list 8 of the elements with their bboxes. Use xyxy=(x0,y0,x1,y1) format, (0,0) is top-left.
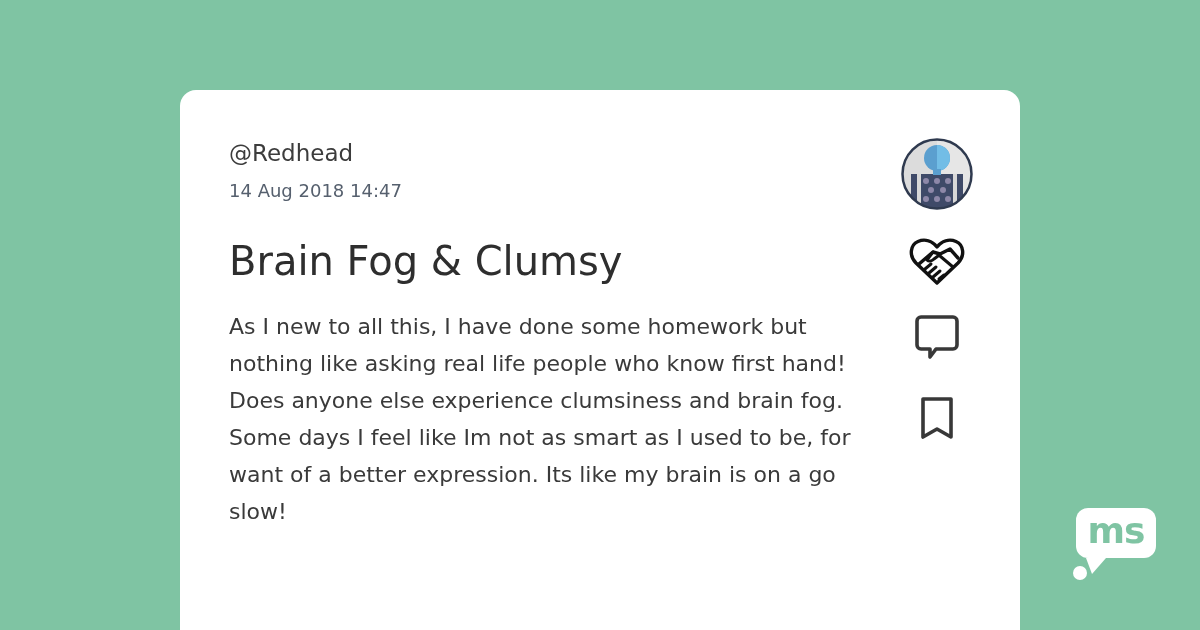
post-title: Brain Fog & Clumsy xyxy=(229,237,623,286)
comment-icon[interactable] xyxy=(914,314,960,360)
author-handle[interactable]: @Redhead xyxy=(229,138,354,168)
handshake-heart-icon[interactable] xyxy=(909,238,965,286)
post-body: As I new to all this, I have done some homework but nothing like asking real life people who know first hand! Does anyone else experience clumsiness and brain fog. Some days I feel like Im not as smart as I used to be, for want of a better expression. Its like my brain is on a go slow! xyxy=(229,313,852,526)
post-timestamp: 14 Aug 2018 14:47 xyxy=(229,179,402,203)
bookmark-icon[interactable] xyxy=(919,396,955,440)
logo: ms xyxy=(1072,508,1156,582)
